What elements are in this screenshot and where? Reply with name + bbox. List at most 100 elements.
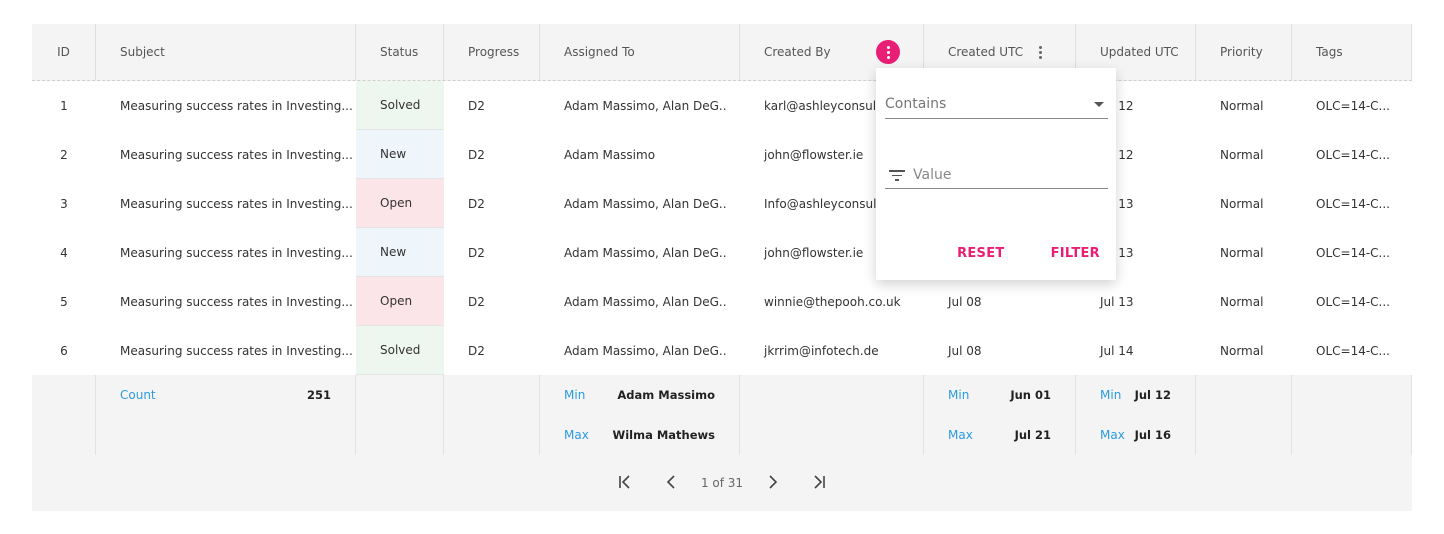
aggregate-max-label: Max	[1100, 428, 1125, 442]
cell-priority: Normal	[1220, 196, 1264, 211]
cell-status: Open	[356, 277, 444, 326]
cell-status: New	[356, 130, 444, 179]
aggregate-cell-assigned-to: Min Adam Massimo Max Wilma Mathews	[540, 375, 740, 455]
cell-priority: Normal	[1220, 147, 1264, 162]
dropdown-caret-icon	[1094, 101, 1104, 107]
column-header-assigned-to[interactable]: Assigned To	[540, 24, 740, 80]
cell-assigned-to: Adam Massimo, Alan DeG..	[564, 245, 727, 260]
cell-subject: Measuring success rates in Investing...	[120, 343, 353, 358]
cell-subject: Measuring success rates in Investing...	[120, 98, 353, 113]
aggregate-min-label: Min	[564, 388, 586, 402]
cell-tags: OLC=14-C...	[1316, 294, 1390, 309]
cell-priority: Normal	[1220, 294, 1264, 309]
page-info: 1 of 31	[700, 476, 744, 490]
column-menu-created-utc-icon[interactable]	[1028, 40, 1052, 64]
cell-progress: D2	[468, 98, 485, 113]
cell-priority: Normal	[1220, 343, 1264, 358]
aggregate-cell-created-utc: Min Jun 01 Max Jul 21	[924, 375, 1076, 455]
table-row[interactable]: 3 Measuring success rates in Investing..…	[32, 179, 1412, 228]
cell-progress: D2	[468, 245, 485, 260]
column-header-id[interactable]: ID	[32, 24, 96, 80]
cell-subject: Measuring success rates in Investing...	[120, 245, 353, 260]
aggregate-cell-tags	[1292, 375, 1412, 455]
pagination-bar: 1 of 31	[32, 455, 1412, 511]
cell-assigned-to: Adam Massimo, Alan DeG..	[564, 294, 727, 309]
cell-tags: OLC=14-C...	[1316, 147, 1390, 162]
filter-actions: RESET FILTER	[876, 246, 1116, 261]
cell-created-by: winnie@thepooh.co.uk	[764, 294, 901, 309]
cell-subject: Measuring success rates in Investing...	[120, 196, 353, 211]
aggregate-max-label: Max	[948, 428, 973, 442]
header-row: ID Subject Status Progress Assigned To C…	[32, 24, 1412, 81]
aggregate-count-label: Count	[120, 388, 156, 402]
filter-button[interactable]: FILTER	[1051, 246, 1100, 261]
cell-id: 1	[60, 98, 68, 113]
aggregate-min-value: Adam Massimo	[617, 388, 715, 402]
aggregate-min-value: Jun 01	[1010, 388, 1051, 402]
cell-created-utc: Jul 08	[948, 343, 982, 358]
cell-tags: OLC=14-C...	[1316, 343, 1390, 358]
aggregate-footer: Count 251 Min Adam Massimo Max Wilma Mat…	[32, 375, 1412, 455]
table-row[interactable]: 4 Measuring success rates in Investing..…	[32, 228, 1412, 277]
cell-tags: OLC=14-C...	[1316, 98, 1390, 113]
cell-status: Solved	[356, 81, 444, 130]
next-page-icon[interactable]	[749, 473, 795, 494]
column-header-subject[interactable]: Subject	[96, 24, 356, 80]
cell-created-by: jkrrim@infotech.de	[764, 343, 879, 358]
table-row[interactable]: 1 Measuring success rates in Investing..…	[32, 81, 1412, 130]
column-header-tags[interactable]: Tags	[1292, 24, 1412, 80]
aggregate-max-value: Jul 16	[1134, 428, 1171, 442]
table-row[interactable]: 6 Measuring success rates in Investing..…	[32, 326, 1412, 375]
aggregate-cell-updated-utc: Min Jul 12 Max Jul 16	[1076, 375, 1196, 455]
column-header-progress[interactable]: Progress	[444, 24, 540, 80]
cell-progress: D2	[468, 343, 485, 358]
filter-value-input[interactable]: Value	[885, 162, 1108, 189]
aggregate-max-value: Wilma Mathews	[612, 428, 715, 442]
cell-subject: Measuring success rates in Investing...	[120, 294, 353, 309]
aggregate-cell-status	[356, 375, 444, 455]
aggregate-cell-subject: Count 251	[96, 375, 356, 455]
column-filter-popup: Contains Value RESET FILTER	[876, 68, 1116, 280]
cell-id: 3	[60, 196, 68, 211]
aggregate-min-label: Min	[1100, 388, 1122, 402]
aggregate-max-label: Max	[564, 428, 589, 442]
aggregate-cell-priority	[1196, 375, 1292, 455]
aggregate-min-value: Jul 12	[1134, 388, 1171, 402]
cell-id: 6	[60, 343, 68, 358]
cell-id: 2	[60, 147, 68, 162]
last-page-icon[interactable]	[795, 473, 841, 494]
column-header-status[interactable]: Status	[356, 24, 444, 80]
aggregate-cell-id	[32, 375, 96, 455]
cell-id: 5	[60, 294, 68, 309]
reset-button[interactable]: RESET	[957, 246, 1005, 261]
cell-assigned-to: Adam Massimo, Alan DeG..	[564, 196, 727, 211]
cell-tags: OLC=14-C...	[1316, 196, 1390, 211]
filter-operator-select[interactable]: Contains	[885, 90, 1108, 119]
aggregate-max-value: Jul 21	[1014, 428, 1051, 442]
first-page-icon[interactable]	[603, 473, 649, 494]
cell-updated-utc: Jul 13	[1100, 294, 1134, 309]
cell-assigned-to: Adam Massimo, Alan DeG..	[564, 98, 727, 113]
grid-body: 1 Measuring success rates in Investing..…	[32, 81, 1412, 375]
cell-priority: Normal	[1220, 98, 1264, 113]
aggregate-count-value: 251	[306, 388, 331, 402]
cell-assigned-to: Adam Massimo, Alan DeG..	[564, 343, 727, 358]
table-row[interactable]: 5 Measuring success rates in Investing..…	[32, 277, 1412, 326]
previous-page-icon[interactable]	[649, 473, 695, 494]
cell-id: 4	[60, 245, 68, 260]
cell-updated-utc: Jul 14	[1100, 343, 1134, 358]
cell-status: Open	[356, 179, 444, 228]
aggregate-cell-created-by	[740, 375, 924, 455]
aggregate-cell-progress	[444, 375, 540, 455]
cell-status: Solved	[356, 326, 444, 375]
filter-icon	[889, 169, 905, 181]
filter-value-placeholder: Value	[913, 167, 952, 183]
column-header-priority[interactable]: Priority	[1196, 24, 1292, 80]
table-row[interactable]: 2 Measuring success rates in Investing..…	[32, 130, 1412, 179]
column-menu-created-by-icon[interactable]	[876, 40, 900, 64]
cell-progress: D2	[468, 294, 485, 309]
filter-operator-value: Contains	[885, 96, 947, 112]
cell-subject: Measuring success rates in Investing...	[120, 147, 353, 162]
cell-priority: Normal	[1220, 245, 1264, 260]
data-grid: ID Subject Status Progress Assigned To C…	[32, 24, 1412, 511]
